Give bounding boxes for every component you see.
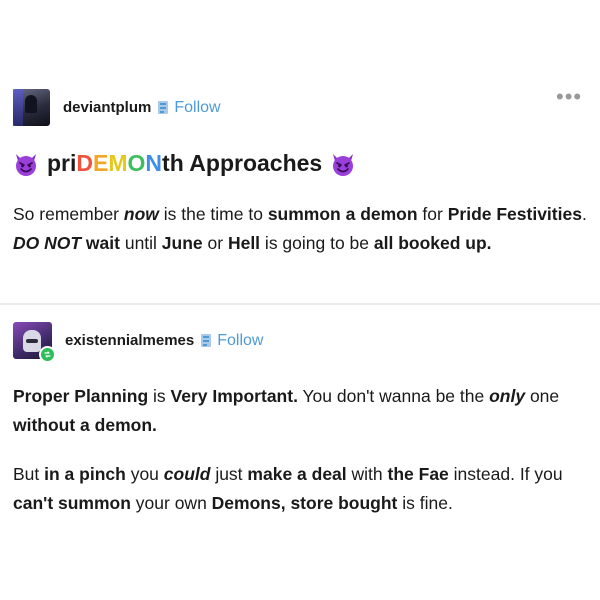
text-run: is going to be — [260, 233, 374, 253]
text-run: one — [525, 386, 560, 406]
username[interactable]: deviantplum — [63, 99, 151, 116]
text-run: is the time to — [158, 204, 268, 224]
text-run: Proper Planning — [13, 386, 149, 406]
text-run: just — [210, 464, 248, 484]
text-run: You don't wanna be the — [297, 386, 490, 406]
post-deviantplum: deviantplum Follow ••• priDEMONth Approa… — [0, 0, 600, 303]
text-run: your own — [130, 493, 212, 513]
text-run: with — [346, 464, 388, 484]
post-header: existennialmemes Follow — [13, 322, 263, 363]
text-run: or — [202, 233, 228, 253]
avatar[interactable] — [13, 89, 50, 126]
text-run: the Fae — [387, 464, 449, 484]
text-run: Demons, store bought — [211, 493, 398, 513]
follow-icon — [157, 100, 169, 115]
smiling-face-with-horns-icon — [13, 151, 39, 177]
text-run: June — [161, 233, 203, 253]
text-run: DO NOT — [13, 233, 82, 253]
follow-button[interactable]: Follow — [174, 99, 220, 117]
post-paragraph: Proper Planning is Very Important. You d… — [13, 382, 588, 440]
title-text: priDEMONth Approaches — [47, 150, 323, 176]
text-run: all booked up. — [373, 233, 492, 253]
text-run: you — [125, 464, 164, 484]
text-run: is fine. — [397, 493, 453, 513]
follow-button[interactable]: Follow — [217, 332, 263, 350]
post-body: So remember now is the time to summon a … — [13, 200, 588, 258]
text-run: But — [13, 464, 45, 484]
text-run: can't summon — [13, 493, 131, 513]
username[interactable]: existennialmemes — [65, 332, 194, 349]
post-header: deviantplum Follow — [13, 89, 221, 126]
text-run: Pride Festivities — [447, 204, 582, 224]
avatar[interactable] — [13, 322, 56, 363]
text-run: without a demon. — [13, 415, 157, 435]
text-run: is — [148, 386, 171, 406]
post-existennialmemes: existennialmemes Follow Proper Planning … — [0, 305, 600, 600]
text-run: until — [119, 233, 162, 253]
text-run: for — [417, 204, 448, 224]
text-run: in a pinch — [44, 464, 126, 484]
text-run: Very Important. — [170, 386, 298, 406]
text-run: Hell — [227, 233, 261, 253]
text-run: So remember — [13, 204, 124, 224]
text-run: instead. If you — [448, 464, 563, 484]
text-run: only — [489, 386, 526, 406]
text-run: . — [581, 204, 587, 224]
smiling-face-with-horns-icon — [330, 151, 356, 177]
post-paragraph: But in a pinch you could just make a dea… — [13, 460, 588, 518]
more-options-button[interactable]: ••• — [556, 86, 582, 108]
text-run: now — [123, 204, 159, 224]
text-run: summon a demon — [267, 204, 418, 224]
post-title: priDEMONth Approaches — [13, 150, 356, 177]
text-run: wait — [81, 233, 120, 253]
text-run: could — [163, 464, 211, 484]
text-run: make a deal — [247, 464, 347, 484]
reblog-icon — [39, 346, 56, 363]
follow-icon — [200, 333, 212, 348]
